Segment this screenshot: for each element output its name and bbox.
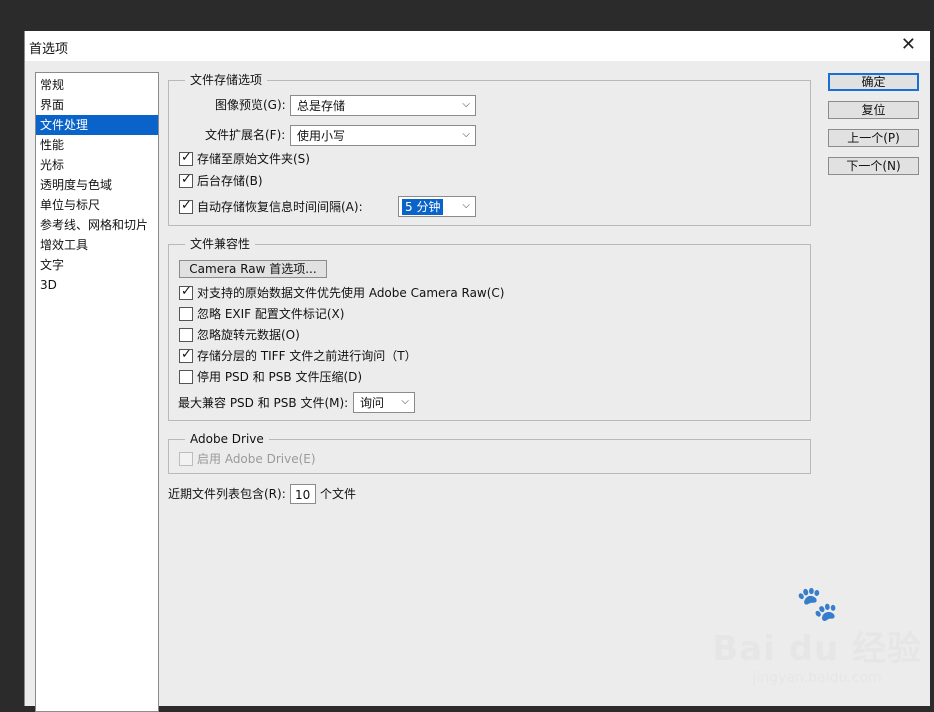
nav-item-interface[interactable]: 界面 xyxy=(36,95,158,115)
image-preview-value: 总是存储 xyxy=(297,99,346,113)
camera-raw-preferences-button[interactable]: Camera Raw 首选项... xyxy=(179,260,327,278)
preferences-dialog: 首选项 ✕ 常规 界面 文件处理 性能 光标 透明度与色域 单位与标尺 参考线、… xyxy=(24,31,930,712)
adobe-drive-group: Adobe Drive 启用 Adobe Drive(E) xyxy=(168,431,811,474)
autosave-interval-label: 自动存储恢复信息时间间隔(A): xyxy=(197,200,363,214)
file-save-options-group: 文件存储选项 图像预览(G): 总是存储 ⌵ 文件扩展名(F): 使用小写 ⌵ … xyxy=(168,72,811,226)
recent-files-label: 近期文件列表包含(R): xyxy=(168,487,286,501)
next-button[interactable]: 下一个(N) xyxy=(828,157,919,175)
chevron-down-icon: ⌵ xyxy=(462,200,470,211)
paw-icon: 🐾 xyxy=(795,584,839,624)
enable-adobe-drive-label: 启用 Adobe Drive(E) xyxy=(197,452,316,466)
ignore-exif-checkbox[interactable] xyxy=(179,307,193,321)
ignore-rotation-metadata-checkbox[interactable] xyxy=(179,328,193,342)
nav-item-file-handling[interactable]: 文件处理 xyxy=(36,115,158,135)
recent-files-suffix: 个文件 xyxy=(320,487,357,501)
chevron-down-icon: ⌵ xyxy=(401,396,409,407)
background-save-checkbox[interactable]: ✓ xyxy=(179,172,193,188)
check-icon: ✓ xyxy=(181,284,192,299)
max-compatibility-value: 询问 xyxy=(360,396,385,410)
ignore-exif-label: 忽略 EXIF 配置文件标记(X) xyxy=(197,307,345,321)
autosave-interval-value: 5 分钟 xyxy=(402,199,444,215)
save-to-original-checkbox[interactable]: ✓ xyxy=(179,150,193,166)
nav-item-guides-grid-slices[interactable]: 参考线、网格和切片 xyxy=(36,215,158,235)
check-icon: ✓ xyxy=(181,172,192,187)
ignore-rotation-metadata-label: 忽略旋转元数据(O) xyxy=(197,328,300,342)
baidu-jingyan-watermark: 🐾 Bai du 经验 jingyan.baidu.com xyxy=(712,587,922,686)
adobe-drive-legend: Adobe Drive xyxy=(185,431,269,447)
ask-before-layered-tiff-label: 存储分层的 TIFF 文件之前进行询问（T） xyxy=(197,349,417,363)
nav-item-cursors[interactable]: 光标 xyxy=(36,155,158,175)
file-extension-label: 文件扩展名(F): xyxy=(205,128,286,142)
nav-item-units-rulers[interactable]: 单位与标尺 xyxy=(36,195,158,215)
watermark-brand: Bai du 经验 xyxy=(712,629,922,669)
close-icon[interactable]: ✕ xyxy=(901,36,916,54)
image-preview-label: 图像预览(G): xyxy=(215,98,286,112)
file-compatibility-legend: 文件兼容性 xyxy=(185,236,256,252)
nav-item-general[interactable]: 常规 xyxy=(36,75,158,95)
autosave-checkbox[interactable]: ✓ xyxy=(179,198,193,214)
nav-item-transparency-gamut[interactable]: 透明度与色域 xyxy=(36,175,158,195)
title-bar: 首选项 ✕ xyxy=(25,31,930,61)
check-icon: ✓ xyxy=(181,198,192,213)
file-extension-value: 使用小写 xyxy=(297,129,346,143)
watermark-url: jingyan.baidu.com xyxy=(752,670,882,686)
nav-item-plugins[interactable]: 增效工具 xyxy=(36,235,158,255)
file-compatibility-group: 文件兼容性 Camera Raw 首选项... ✓ 对支持的原始数据文件优先使用… xyxy=(168,236,811,421)
nav-item-type[interactable]: 文字 xyxy=(36,255,158,275)
previous-button[interactable]: 上一个(P) xyxy=(828,129,919,147)
enable-adobe-drive-checkbox[interactable] xyxy=(179,452,193,466)
max-compatibility-select[interactable]: 询问 ⌵ xyxy=(353,392,415,413)
dialog-title: 首选项 xyxy=(29,42,69,57)
reset-button[interactable]: 复位 xyxy=(828,101,919,119)
save-to-original-label: 存储至原始文件夹(S) xyxy=(197,152,310,166)
disable-psd-compression-checkbox[interactable] xyxy=(179,370,193,384)
nav-item-performance[interactable]: 性能 xyxy=(36,135,158,155)
disable-psd-compression-label: 停用 PSD 和 PSB 文件压缩(D) xyxy=(197,370,363,384)
recent-files-count-input[interactable]: 10 xyxy=(290,484,316,504)
nav-item-3d[interactable]: 3D xyxy=(36,275,158,295)
chevron-down-icon: ⌵ xyxy=(462,129,470,140)
prefer-camera-raw-checkbox[interactable]: ✓ xyxy=(179,284,193,300)
autosave-interval-select[interactable]: 5 分钟 ⌵ xyxy=(398,196,476,217)
recent-files-count-value: 10 xyxy=(295,488,311,502)
image-preview-select[interactable]: 总是存储 ⌵ xyxy=(290,95,476,116)
check-icon: ✓ xyxy=(181,347,192,362)
chevron-down-icon: ⌵ xyxy=(462,99,470,110)
background-save-label: 后台存储(B) xyxy=(197,174,263,188)
file-extension-select[interactable]: 使用小写 ⌵ xyxy=(290,125,476,146)
check-icon: ✓ xyxy=(181,150,192,165)
max-compatibility-label: 最大兼容 PSD 和 PSB 文件(M): xyxy=(178,396,349,410)
file-save-options-legend: 文件存储选项 xyxy=(185,72,268,88)
preferences-nav-list: 常规 界面 文件处理 性能 光标 透明度与色域 单位与标尺 参考线、网格和切片 … xyxy=(35,72,159,712)
ask-before-layered-tiff-checkbox[interactable]: ✓ xyxy=(179,347,193,363)
prefer-camera-raw-label: 对支持的原始数据文件优先使用 Adobe Camera Raw(C) xyxy=(197,286,505,300)
ok-button[interactable]: 确定 xyxy=(828,73,919,91)
